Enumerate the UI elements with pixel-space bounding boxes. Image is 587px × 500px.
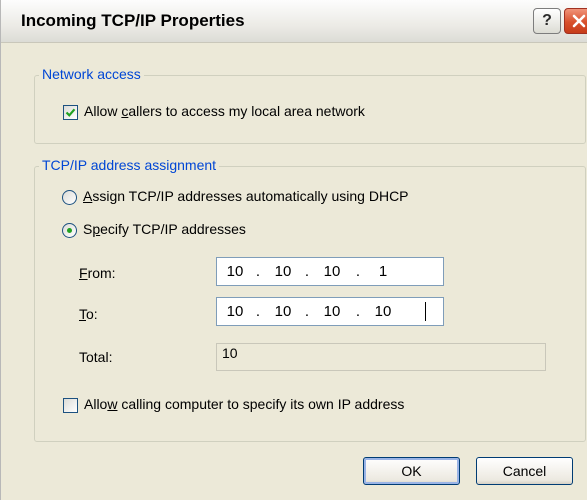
- allow-lan-label[interactable]: Allow callers to access my local area ne…: [84, 103, 365, 119]
- total-label: Total:: [79, 349, 113, 365]
- ip-dot: .: [355, 303, 361, 320]
- network-access-legend: Network access: [39, 66, 144, 82]
- to-ip-field[interactable]: 10 . 10 . 10 . 10: [216, 297, 444, 326]
- ip-dot: .: [255, 303, 261, 320]
- ip-dot: .: [304, 263, 310, 280]
- radio-selected-dot: [67, 228, 72, 233]
- from-label: From:: [79, 265, 116, 281]
- address-assignment-legend: TCP/IP address assignment: [39, 157, 220, 173]
- window-title: Incoming TCP/IP Properties: [21, 11, 245, 30]
- specify-radio-label[interactable]: Specify TCP/IP addresses: [83, 221, 246, 237]
- title-bar[interactable]: Incoming TCP/IP Properties ?: [1, 0, 587, 43]
- to-octet-1[interactable]: 10: [217, 303, 253, 320]
- from-octet-2[interactable]: 10: [265, 263, 301, 280]
- ip-dot: .: [304, 303, 310, 320]
- dhcp-radio[interactable]: [62, 190, 77, 205]
- ok-button[interactable]: OK: [363, 457, 460, 485]
- total-field: 10: [216, 343, 546, 371]
- from-ip-field[interactable]: 10 . 10 . 10 . 1: [216, 257, 444, 286]
- total-value: 10: [222, 345, 238, 361]
- dialog-window: Incoming TCP/IP Properties ? Network acc…: [0, 0, 587, 500]
- from-octet-4[interactable]: 1: [365, 263, 401, 280]
- allow-own-ip-checkbox[interactable]: [63, 398, 78, 413]
- ip-dot: .: [355, 263, 361, 280]
- from-octet-1[interactable]: 10: [217, 263, 253, 280]
- help-button[interactable]: ?: [533, 8, 561, 34]
- dhcp-radio-label[interactable]: Assign TCP/IP addresses automatically us…: [83, 188, 409, 204]
- to-octet-4[interactable]: 10: [365, 303, 401, 320]
- to-label: To:: [79, 306, 98, 322]
- text-caret: [425, 302, 426, 321]
- specify-radio[interactable]: [62, 223, 77, 238]
- to-octet-3[interactable]: 10: [314, 303, 350, 320]
- allow-own-ip-label[interactable]: Allow calling computer to specify its ow…: [84, 396, 404, 412]
- checkmark-icon: [65, 108, 76, 117]
- cancel-button[interactable]: Cancel: [476, 457, 573, 485]
- to-octet-2[interactable]: 10: [265, 303, 301, 320]
- allow-lan-checkbox[interactable]: [63, 105, 78, 120]
- ip-dot: .: [255, 263, 261, 280]
- close-button[interactable]: [564, 8, 587, 34]
- close-icon: [572, 14, 586, 28]
- from-octet-3[interactable]: 10: [314, 263, 350, 280]
- help-icon: ?: [542, 12, 552, 29]
